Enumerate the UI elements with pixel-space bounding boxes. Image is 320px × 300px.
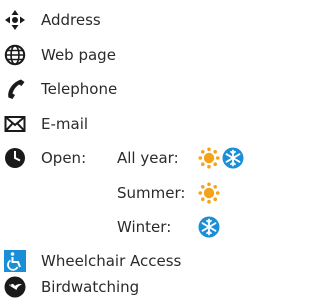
address-label: Address	[41, 11, 101, 29]
wheelchair-icon	[4, 250, 26, 272]
birdwatching-label: Birdwatching	[41, 278, 140, 296]
globe-icon	[4, 44, 26, 66]
email-label: E-mail	[41, 115, 89, 133]
snowflake-icon	[198, 216, 220, 238]
winter-label: Winter:	[117, 218, 172, 236]
sun-icon	[198, 182, 220, 204]
web-page-label: Web page	[41, 46, 116, 64]
phone-handset-icon	[4, 78, 26, 100]
summer-label: Summer:	[117, 184, 186, 202]
bird-icon	[4, 276, 26, 298]
sun-icon	[198, 147, 220, 169]
clock-icon	[4, 147, 26, 169]
envelope-icon	[4, 113, 26, 135]
address-icon	[4, 9, 26, 31]
open-label: Open:	[41, 149, 87, 167]
telephone-label: Telephone	[41, 80, 118, 98]
all-year-label: All year:	[117, 149, 179, 167]
snowflake-icon	[222, 147, 244, 169]
wheelchair-access-label: Wheelchair Access	[41, 252, 182, 270]
